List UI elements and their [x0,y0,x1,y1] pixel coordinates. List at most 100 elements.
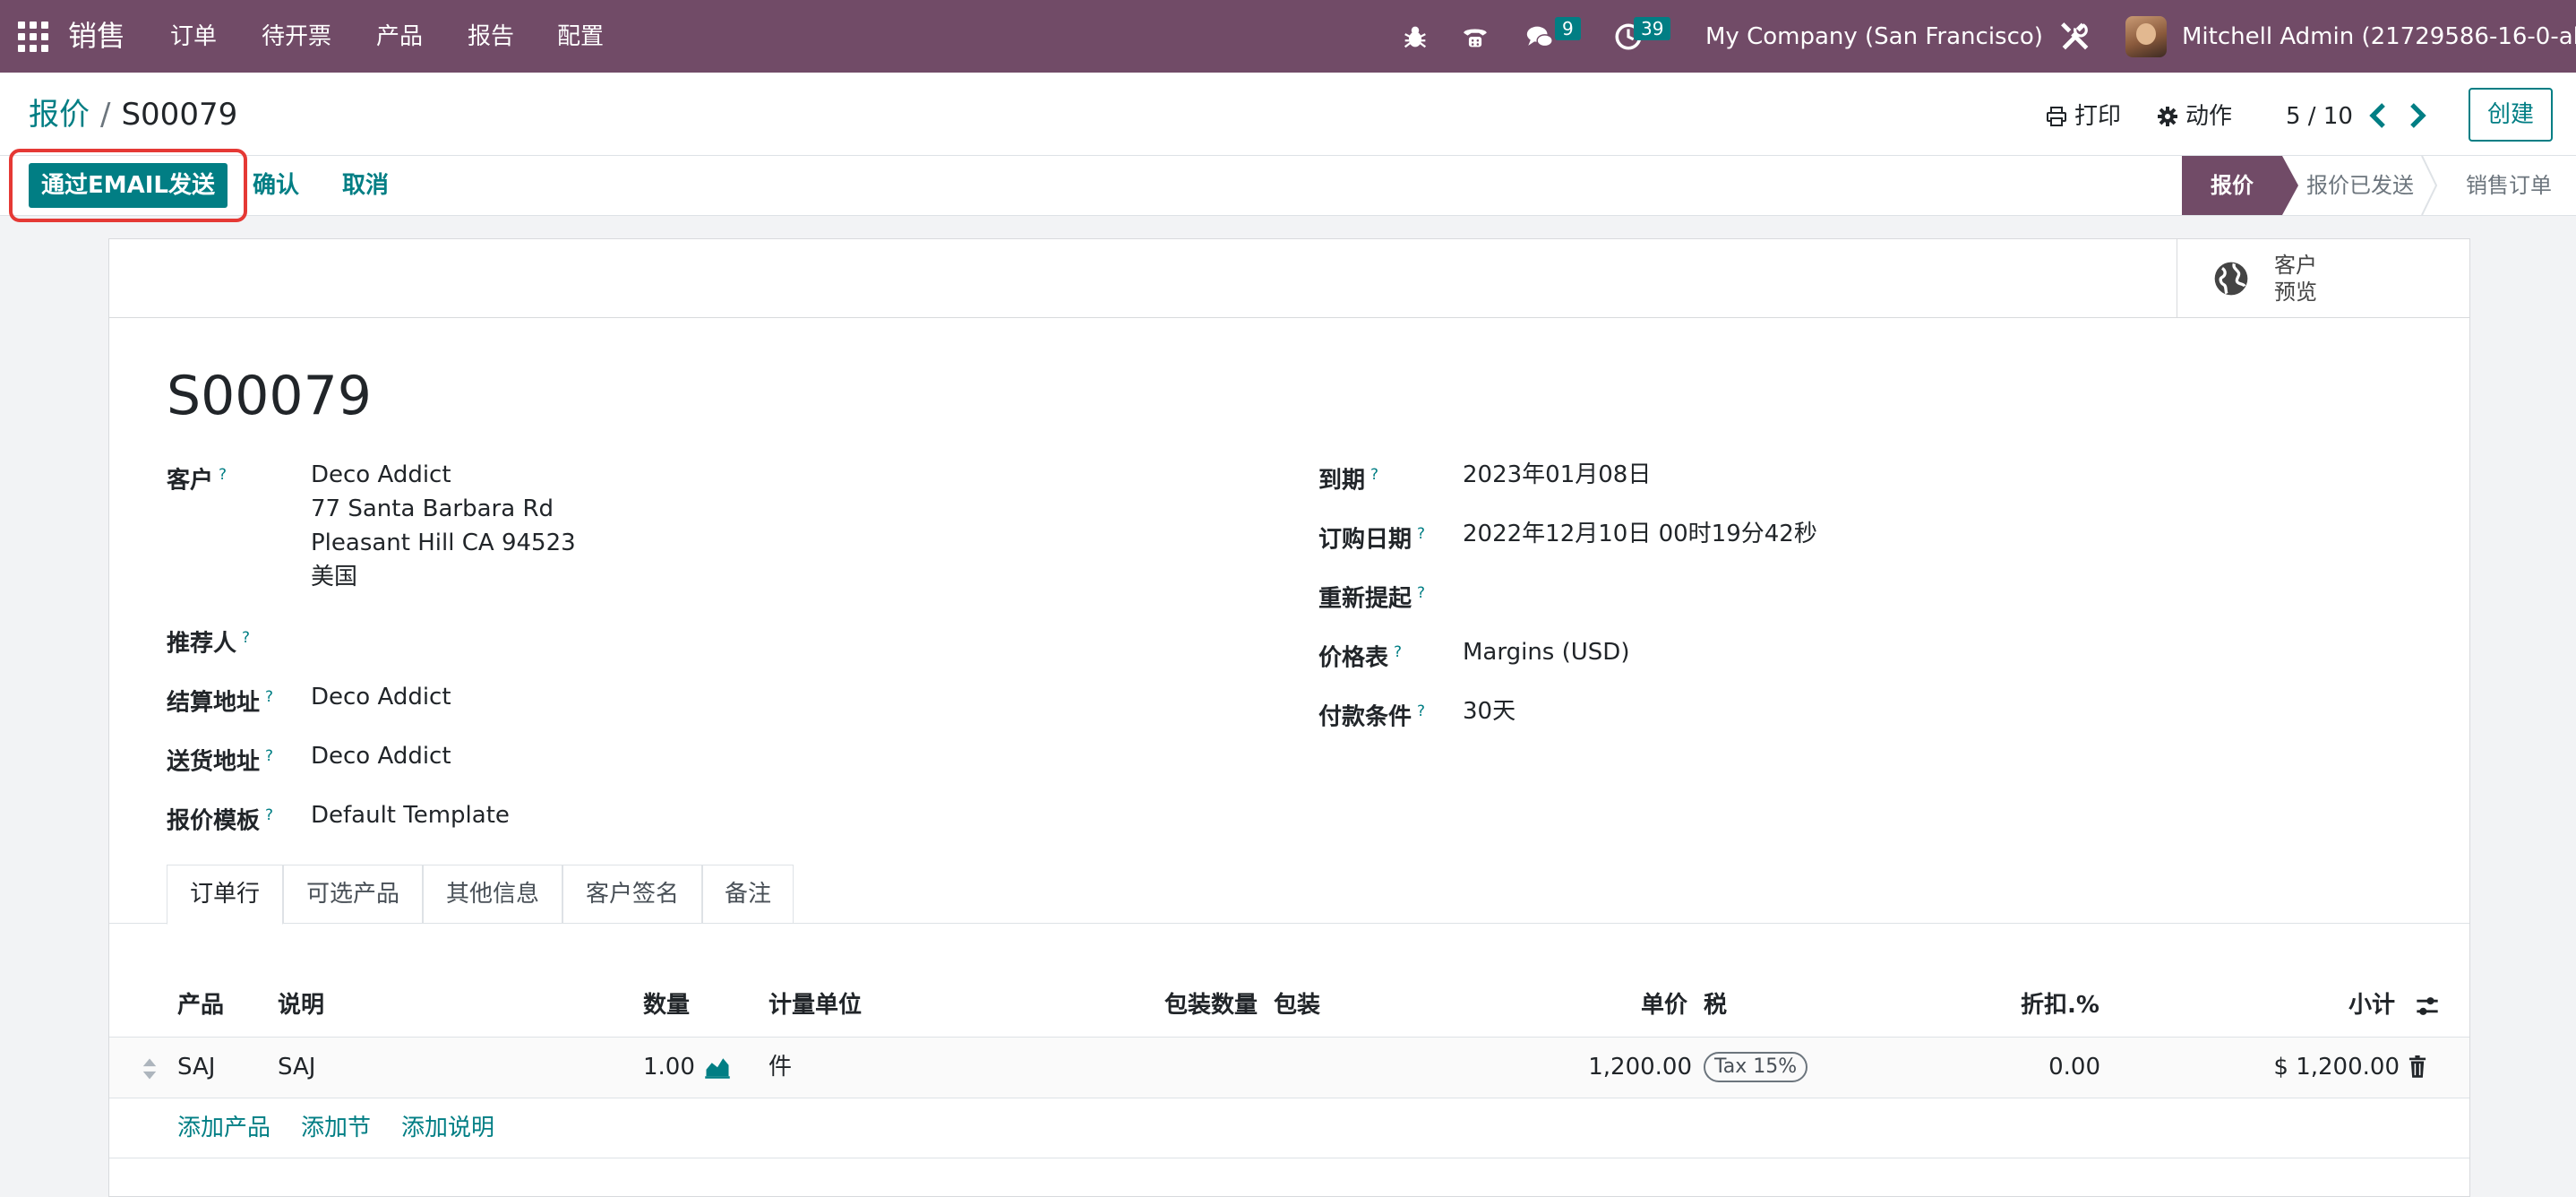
payment-terms-label: 付款条件? [1318,702,1426,731]
menu-reporting[interactable]: 报告 [468,22,514,52]
reminder-label: 重新提起? [1318,584,1426,613]
forecast-chart-icon[interactable] [704,1054,731,1079]
cell-unit-price[interactable]: 1,200.00 [1588,1052,1692,1082]
print-dropdown[interactable]: 打印 [2046,101,2121,132]
column-discount[interactable]: 折扣.% [2021,990,2099,1020]
tab-other-info[interactable]: 其他信息 [423,865,562,924]
tab-optional-products[interactable]: 可选产品 [283,865,423,924]
create-button[interactable]: 创建 [2469,88,2553,142]
gear-icon [2158,107,2177,126]
help-icon[interactable]: ? [265,688,273,706]
stage-sales-order[interactable]: 销售订单 [2451,156,2567,215]
column-packaging-qty[interactable]: 包装数量 [1164,990,1258,1020]
reminder-field[interactable] [1463,576,1964,610]
cancel-button[interactable]: 取消 [342,170,389,201]
cell-discount[interactable]: 0.00 [2048,1052,2100,1082]
confirm-button[interactable]: 确认 [253,170,299,201]
messages-icon[interactable] [1523,22,1557,52]
add-product-link[interactable]: 添加产品 [177,1113,270,1143]
menu-to-invoice[interactable]: 待开票 [262,22,331,52]
trash-icon[interactable] [2408,1055,2427,1079]
column-product[interactable]: 产品 [177,990,224,1020]
cell-description[interactable]: SAJ [278,1052,315,1082]
order-date-label: 订购日期? [1318,525,1426,554]
cell-quantity[interactable]: 1.00 [643,1052,695,1082]
column-unit-price[interactable]: 单价 [1641,990,1687,1020]
drag-handle-icon[interactable] [142,1057,158,1081]
form-statusbar: 通过EMAIL发送 确认 取消 报价 报价已发送 销售订单 [0,149,2576,222]
help-icon[interactable]: ? [1417,702,1425,720]
column-description[interactable]: 说明 [278,990,324,1020]
payment-terms-field[interactable]: 30天 [1463,694,1516,728]
delivery-address-field[interactable]: Deco Addict [311,739,451,773]
help-icon[interactable]: ? [1370,466,1378,484]
highlight-annotation [9,149,247,222]
control-panel: 报价 / S00079 打印 动作 5 / 10 创建 [0,73,2576,155]
cell-uom[interactable]: 件 [769,1052,792,1082]
tools-icon[interactable] [2058,20,2092,54]
top-navbar: 销售 订单 待开票 产品 报告 配置 9 39 My Company (San … [0,0,2576,73]
delivery-address-label: 送货地址? [167,747,274,776]
menu-configuration[interactable]: 配置 [557,22,604,52]
user-avatar[interactable] [2125,16,2167,57]
invoice-address-field[interactable]: Deco Addict [311,680,451,714]
menu-orders[interactable]: 订单 [170,22,217,52]
pricelist-label: 价格表? [1318,643,1403,672]
column-uom[interactable]: 计量单位 [769,990,862,1020]
optional-columns-icon[interactable] [2415,994,2440,1019]
action-label: 动作 [2185,103,2233,130]
help-icon[interactable]: ? [219,466,227,484]
cell-product[interactable]: SAJ [177,1052,215,1082]
pager-value[interactable]: 5 / 10 [2286,101,2353,132]
tab-order-lines[interactable]: 订单行 [167,865,283,925]
form-sheet: 客户 预览 S00079 客户? Deco Addict 77 Santa Ba… [108,238,2470,1197]
cell-subtotal: $ 1,200.00 [2273,1054,2400,1081]
globe-icon [2214,262,2248,296]
customer-preview-label: 客户 预览 [2274,253,2317,305]
pager-next-icon[interactable] [2404,99,2431,132]
stage-quotation[interactable]: 报价 [2182,156,2282,215]
help-icon[interactable]: ? [265,806,273,824]
help-icon[interactable]: ? [265,747,273,765]
pricelist-field[interactable]: Margins (USD) [1463,635,1629,669]
apps-grid-icon[interactable] [18,22,48,52]
action-dropdown[interactable]: 动作 [2157,101,2232,132]
quotation-template-field[interactable]: Default Template [311,798,510,832]
debug-bug-icon[interactable] [1399,22,1431,52]
column-packaging[interactable]: 包装 [1274,990,1320,1020]
expiration-field[interactable]: 2023年01月08日 [1463,458,1651,492]
phone-icon[interactable] [1458,22,1492,52]
help-icon[interactable]: ? [1394,643,1402,661]
column-quantity[interactable]: 数量 [643,990,690,1020]
expiration-label: 到期? [1318,466,1379,495]
customer-name[interactable]: Deco Addict [311,458,451,492]
referrer-label: 推荐人? [167,629,251,658]
company-switcher[interactable]: My Company (San Francisco) [1705,22,2043,52]
app-name[interactable]: 销售 [68,16,125,56]
customer-preview-button[interactable]: 客户 预览 [2177,239,2469,318]
help-icon[interactable]: ? [1417,584,1425,602]
add-note-link[interactable]: 添加说明 [401,1113,494,1143]
tab-notes[interactable]: 备注 [702,865,794,924]
stage-separator-icon [2421,156,2438,215]
tax-tag[interactable]: Tax 15% [1704,1052,1808,1082]
column-taxes[interactable]: 税 [1704,990,1727,1020]
stage-quotation-sent[interactable]: 报价已发送 [2300,156,2420,215]
help-icon[interactable]: ? [242,629,250,647]
invoice-address-label: 结算地址? [167,688,274,717]
quotation-template-label: 报价模板? [167,806,274,835]
add-section-link[interactable]: 添加节 [301,1113,371,1143]
messages-count-badge: 9 [1555,17,1581,40]
help-icon[interactable]: ? [1417,525,1425,543]
column-subtotal[interactable]: 小计 [2348,990,2395,1020]
print-label: 打印 [2074,103,2122,130]
pager-previous-icon[interactable] [2365,99,2391,132]
user-menu[interactable]: Mitchell Admin (21729586-16-0-all) [2182,22,2576,52]
tab-customer-signature[interactable]: 客户签名 [562,865,702,924]
referrer-field[interactable] [311,621,812,655]
printer-icon [2047,107,2066,126]
menu-products[interactable]: 产品 [376,22,423,52]
table-row[interactable]: SAJ SAJ 1.00 件 1,200.00 Tax 15% 0.00 $ 1… [109,1038,2469,1098]
order-date-field[interactable]: 2022年12月10日 00时19分42秒 [1463,517,1817,551]
breadcrumb-quotations-link[interactable]: 报价 [29,97,90,133]
